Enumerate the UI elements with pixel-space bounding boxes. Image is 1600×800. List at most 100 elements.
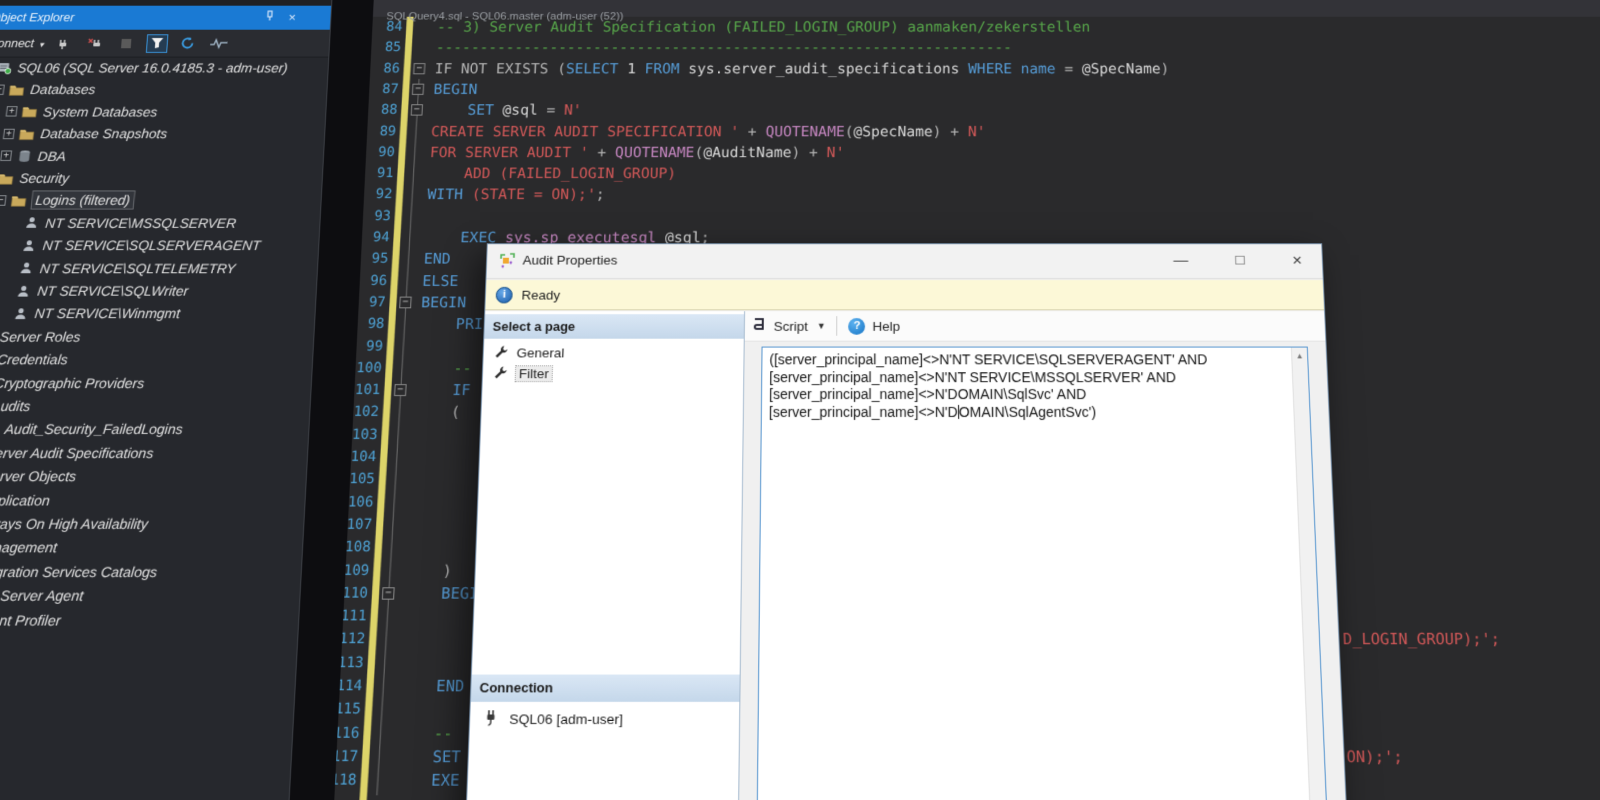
tree-item[interactable]: NT SERVICE\SQLTELEMETRY bbox=[0, 257, 237, 278]
fold-collapse-icon[interactable]: − bbox=[412, 84, 424, 95]
dialog-title: Audit Properties bbox=[522, 253, 617, 268]
help-button[interactable]: Help bbox=[872, 319, 900, 334]
code-line[interactable]: 93 bbox=[359, 205, 1600, 226]
tree-item[interactable]: NT SERVICE\SQLWriter bbox=[0, 280, 189, 301]
filter-icon[interactable] bbox=[145, 34, 168, 53]
editor-tab-title[interactable]: SQLQuery4.sql - SQL06.master (adm-user (… bbox=[386, 11, 623, 22]
tree-item[interactable]: − Databases bbox=[0, 79, 96, 100]
code-text: -- bbox=[396, 721, 453, 745]
code-line[interactable]: 88− SET @sql = N' bbox=[366, 100, 1600, 121]
code-line[interactable]: 87−BEGIN bbox=[367, 79, 1600, 100]
tree-item-label: NT SERVICE\MSSQLSERVER bbox=[45, 215, 237, 230]
fold-collapse-icon[interactable]: − bbox=[411, 104, 423, 115]
code-line[interactable]: 91 ADD (FAILED_LOGIN_GROUP) bbox=[362, 163, 1600, 184]
code-text: EXE bbox=[393, 769, 460, 793]
pin-icon[interactable] bbox=[265, 6, 276, 30]
refresh-icon[interactable] bbox=[176, 34, 199, 53]
close-button[interactable]: × bbox=[1280, 244, 1315, 277]
maximize-button[interactable]: □ bbox=[1223, 244, 1258, 277]
object-explorer-panel: Object Explorer × Connect ▾ bbox=[0, 0, 333, 800]
minimize-button[interactable]: — bbox=[1164, 244, 1199, 277]
filter-expression-textbox[interactable]: ([server_principal_name]<>N'NT SERVICE\S… bbox=[756, 347, 1330, 800]
expand-icon[interactable]: + bbox=[6, 106, 18, 116]
tree-item-label: NT SERVICE\Winmgmt bbox=[34, 306, 181, 322]
line-number: 91 bbox=[362, 163, 395, 184]
code-line[interactable]: 89CREATE SERVER AUDIT SPECIFICATION ' + … bbox=[364, 121, 1600, 142]
tree-item[interactable]: Audits bbox=[0, 395, 32, 417]
warped-scene: Object Explorer × Connect ▾ bbox=[0, 0, 1600, 800]
expand-icon[interactable]: + bbox=[3, 128, 15, 138]
tree-item[interactable]: Credentials bbox=[0, 349, 69, 371]
chevron-down-icon[interactable]: ▼ bbox=[817, 321, 826, 331]
close-icon[interactable]: × bbox=[288, 6, 297, 30]
script-button[interactable]: Script bbox=[774, 319, 808, 334]
tree-item[interactable]: −Logins (filtered) bbox=[0, 190, 134, 211]
tree-item[interactable]: Server Audit Specifications bbox=[0, 442, 155, 464]
tree-item[interactable]: +Database Snapshots bbox=[0, 123, 168, 144]
connect-button[interactable]: Connect ▾ bbox=[0, 37, 44, 50]
line-number: 89 bbox=[364, 121, 396, 142]
code-text: ELSE bbox=[422, 270, 459, 292]
tree-item[interactable]: Server Roles bbox=[0, 326, 82, 348]
tree-item-label: NT SERVICE\SQLTELEMETRY bbox=[39, 260, 236, 276]
code-text: ) bbox=[405, 559, 452, 582]
folder-icon bbox=[0, 170, 15, 185]
tree-item-label: Integration Services Catalogs bbox=[0, 563, 158, 579]
collapse-icon[interactable]: − bbox=[0, 84, 5, 94]
tree-item-label: Databases bbox=[29, 82, 96, 97]
line-number: 87 bbox=[367, 79, 399, 100]
connect-plug-icon[interactable] bbox=[53, 34, 76, 53]
tree-item[interactable]: XEvent Profiler bbox=[0, 609, 62, 632]
user-icon bbox=[17, 260, 35, 276]
tree-item-label: Server Roles bbox=[0, 329, 81, 345]
code-line[interactable]: 86−IF NOT EXISTS (SELECT 1 FROM sys.serv… bbox=[368, 58, 1600, 79]
fold-collapse-icon[interactable]: − bbox=[399, 297, 412, 309]
activity-monitor-icon[interactable] bbox=[207, 34, 229, 53]
collapse-icon[interactable]: − bbox=[0, 195, 7, 206]
code-line[interactable]: 92WITH (STATE = ON);'; bbox=[360, 184, 1600, 205]
code-line[interactable]: 85--------------------------------------… bbox=[370, 37, 1600, 58]
fold-collapse-icon[interactable]: − bbox=[382, 587, 395, 599]
tree-item[interactable]: NT SERVICE\MSSQLSERVER bbox=[0, 212, 237, 233]
object-explorer-toolbar: Connect ▾ bbox=[0, 30, 330, 58]
page-item-label: Filter bbox=[516, 366, 552, 381]
disconnect-plug-icon[interactable] bbox=[84, 34, 107, 53]
tree-item[interactable]: Audit_Security_FailedLogins bbox=[0, 418, 184, 440]
expand-icon[interactable]: + bbox=[0, 151, 12, 161]
tree-item[interactable]: NT SERVICE\SQLSERVERAGENT bbox=[0, 235, 262, 256]
tree-item-label: System Databases bbox=[42, 104, 158, 119]
tree-item-label: SQL06 (SQL Server 16.0.4185.3 - adm-user… bbox=[17, 60, 289, 75]
tree-item[interactable]: Server Objects bbox=[0, 465, 78, 487]
tree-item[interactable]: Always On High Availability bbox=[0, 513, 149, 535]
line-number: 118 bbox=[331, 769, 357, 793]
tree-item[interactable]: Management bbox=[0, 536, 58, 559]
fold-collapse-icon[interactable]: − bbox=[394, 384, 407, 396]
tree-item-label: XEvent Profiler bbox=[0, 612, 62, 629]
tree-item-label: Replication bbox=[0, 492, 51, 508]
dialog-titlebar[interactable]: Audit Properties — □ × bbox=[486, 244, 1322, 279]
scroll-up-icon[interactable]: ▲ bbox=[1292, 351, 1307, 360]
tree-item[interactable]: +DBA bbox=[0, 145, 67, 166]
line-number: 92 bbox=[360, 184, 393, 205]
tree-item-label: Audit_Security_FailedLogins bbox=[4, 421, 184, 437]
tree-item[interactable]: + System Databases bbox=[0, 101, 159, 122]
code-fragment: D_LOGIN_GROUP);'; bbox=[1343, 628, 1501, 651]
tree-item[interactable]: SQL Server Agent bbox=[0, 584, 85, 607]
tree-item[interactable]: NT SERVICE\Winmgmt bbox=[0, 303, 181, 325]
tree-item[interactable]: −Security bbox=[0, 168, 70, 189]
page-item-filter[interactable]: Filter bbox=[483, 363, 744, 384]
script-icon bbox=[751, 317, 767, 336]
tree-item[interactable]: Integration Services Catalogs bbox=[0, 560, 158, 583]
tree-item-label: Credentials bbox=[0, 352, 69, 368]
tree-item[interactable]: Cryptographic Providers bbox=[0, 372, 146, 394]
stop-icon[interactable] bbox=[115, 34, 138, 53]
fold-collapse-icon[interactable]: − bbox=[413, 63, 425, 74]
page-item-general[interactable]: General bbox=[483, 343, 743, 364]
tree-item[interactable]: −SQL06 (SQL Server 16.0.4185.3 - adm-use… bbox=[0, 58, 289, 79]
code-line[interactable]: 90FOR SERVER AUDIT ' + QUOTENAME(@AuditN… bbox=[363, 142, 1600, 163]
tree-item[interactable]: Replication bbox=[0, 489, 51, 511]
folder-icon bbox=[10, 193, 28, 208]
select-a-page-header: Select a page bbox=[484, 314, 744, 339]
chevron-down-icon: ▾ bbox=[39, 39, 44, 48]
select-a-page-pane: Select a page GeneralFilter Connection S… bbox=[465, 311, 745, 800]
